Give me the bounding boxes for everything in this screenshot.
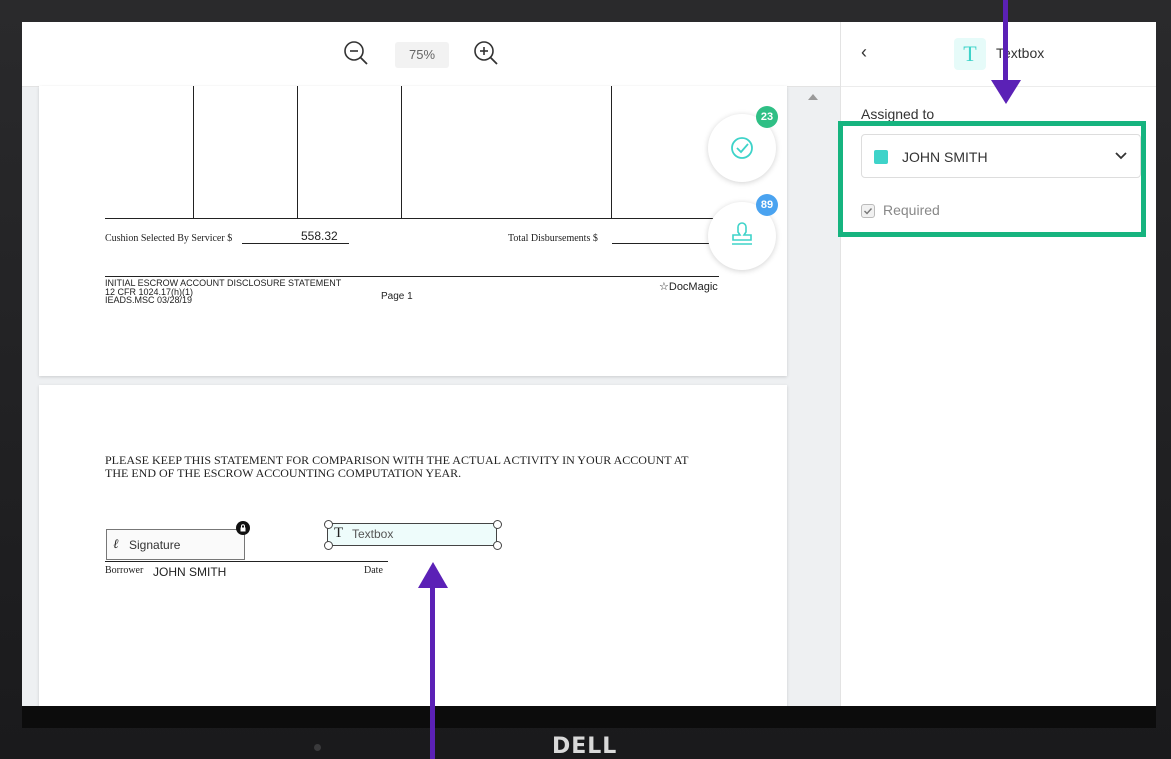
annotation-arrow-up (430, 586, 435, 759)
footer-rule (105, 276, 719, 277)
zoom-level[interactable]: 75% (395, 42, 449, 68)
signature-line (105, 561, 388, 562)
lock-icon (236, 521, 250, 535)
dell-logo: DELL (552, 734, 618, 759)
docmagic-logo: ☆DocMagic (659, 281, 718, 293)
back-chevron-icon[interactable]: ‹ (861, 42, 867, 63)
borrower-label: Borrower (105, 565, 144, 576)
table-rule (193, 86, 194, 218)
total-disbursements-underline (612, 243, 715, 244)
textbox-type-icon: T (954, 38, 986, 70)
zoom-out-icon (344, 41, 368, 65)
page-number: Page 1 (381, 291, 413, 302)
table-rule (401, 86, 402, 218)
textbox-field-label: Textbox (352, 527, 394, 541)
resize-handle[interactable] (493, 541, 502, 550)
textbox-t-icon: T (334, 525, 344, 541)
annotation-arrowhead-up-icon (418, 562, 448, 588)
signature-icon: ℓ (113, 537, 119, 552)
cushion-label: Cushion Selected By Servicer $ (105, 233, 233, 244)
table-bottom-rule (105, 218, 715, 219)
resize-handle[interactable] (493, 520, 502, 529)
statement-line-2: THE END OF THE ESCROW ACCOUNTING COMPUTA… (105, 466, 462, 480)
annotation-arrow-down (1003, 0, 1008, 84)
cushion-underline (242, 243, 349, 244)
resize-handle[interactable] (324, 541, 333, 550)
cushion-value: 558.32 (301, 229, 338, 243)
signature-field-label: Signature (129, 538, 181, 552)
scroll-up-arrow-icon[interactable] (808, 94, 818, 100)
total-disbursements-label: Total Disbursements $ (508, 233, 598, 244)
zoom-out-button[interactable] (341, 38, 371, 68)
resize-handle[interactable] (324, 520, 333, 529)
review-count-badge: 23 (756, 106, 778, 128)
viewer-toolbar: 75% (22, 22, 840, 87)
screen-bottom-bezel (22, 706, 1156, 728)
document-page-1: Cushion Selected By Servicer $ 558.32 To… (39, 86, 787, 376)
date-label: Date (364, 565, 383, 576)
table-rule (297, 86, 298, 218)
textbox-field[interactable]: T Textbox (327, 523, 497, 546)
webcam-icon (314, 744, 321, 751)
zoom-in-icon (474, 41, 498, 65)
annotation-arrowhead-down-icon (991, 80, 1021, 104)
panel-header: ‹ T Textbox (841, 22, 1156, 87)
stamp-count-badge: 89 (756, 194, 778, 216)
table-rule (611, 86, 612, 218)
signature-field[interactable]: ℓ Signature (106, 529, 245, 560)
star-icon: ☆ (659, 281, 669, 293)
zoom-in-button[interactable] (471, 38, 501, 68)
assigned-to-label: Assigned to (861, 106, 935, 122)
annotation-highlight-box (838, 121, 1146, 237)
footer-code: IEADS.MSC 03/28/19 (105, 295, 193, 305)
borrower-name: JOHN SMITH (153, 565, 227, 579)
